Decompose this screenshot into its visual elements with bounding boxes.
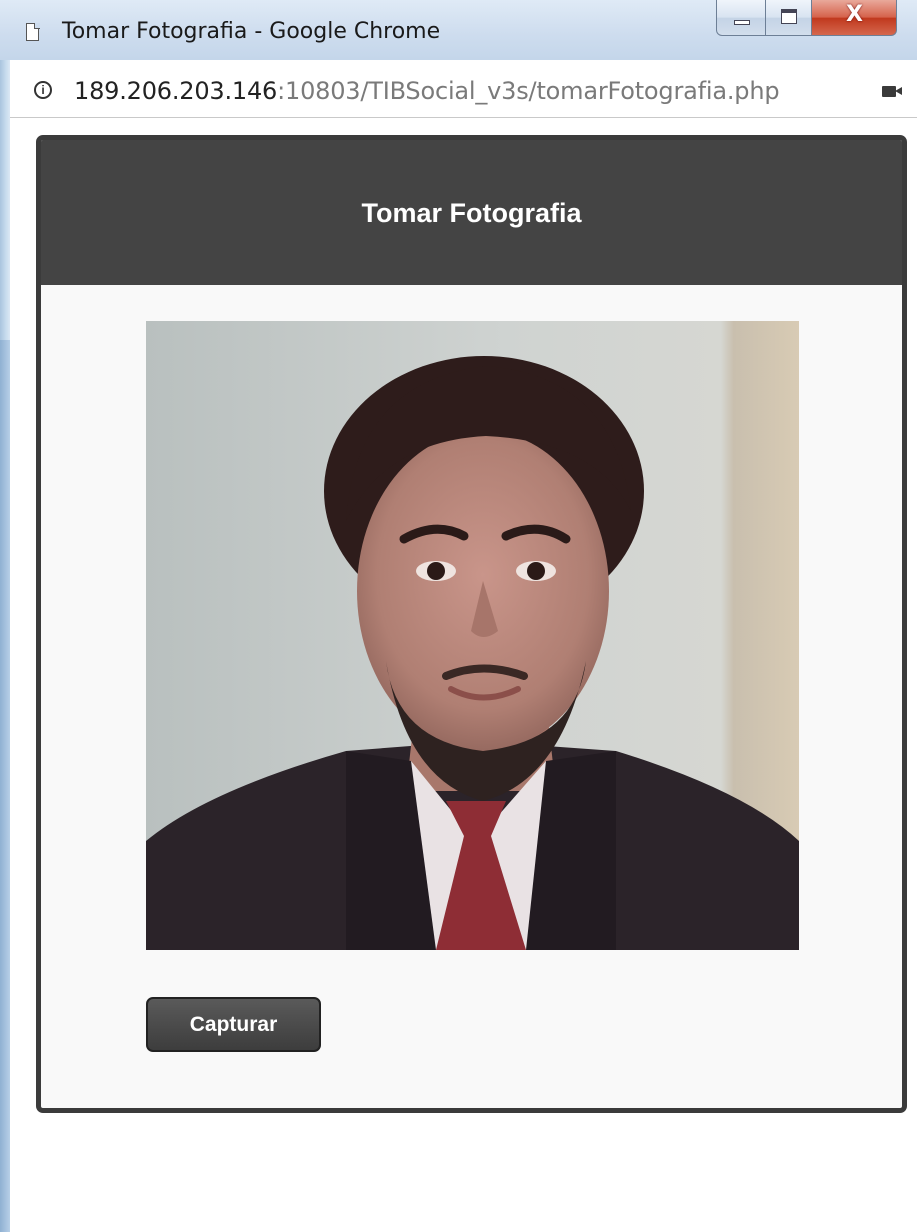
capture-dialog: Tomar Fotografia Capturar: [36, 135, 907, 1113]
maximize-button[interactable]: [766, 0, 812, 36]
url-path: :10803/TIBSocial_v3s/tomarFotografia.php: [277, 77, 780, 105]
capture-button[interactable]: Capturar: [146, 997, 321, 1052]
camera-preview: [146, 321, 799, 950]
camera-preview-image: [146, 321, 799, 950]
maximize-icon: [781, 9, 797, 24]
window-titlebar: Tomar Fotografia - Google Chrome X: [0, 0, 917, 60]
window-title: Tomar Fotografia - Google Chrome: [62, 19, 441, 44]
minimize-icon: [734, 20, 750, 25]
dialog-header: Tomar Fotografia: [41, 140, 902, 285]
window-controls: X: [716, 0, 897, 36]
minimize-button[interactable]: [716, 0, 766, 36]
close-button[interactable]: X: [812, 0, 897, 36]
close-icon: X: [846, 2, 863, 27]
document-icon: [26, 22, 40, 41]
address-bar[interactable]: i 189.206.203.146:10803/TIBSocial_v3s/to…: [10, 60, 917, 118]
url-host: 189.206.203.146: [74, 77, 278, 105]
info-icon[interactable]: i: [34, 81, 52, 99]
page-title: Tomar Fotografia: [361, 198, 582, 228]
url-text[interactable]: 189.206.203.146:10803/TIBSocial_v3s/toma…: [74, 77, 780, 105]
window-frame: [0, 0, 10, 1232]
camera-icon[interactable]: [882, 86, 902, 97]
